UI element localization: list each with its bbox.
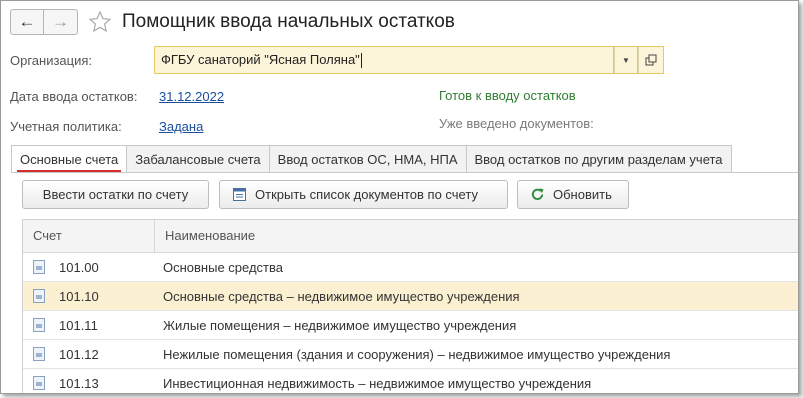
enter-balances-label: Ввести остатки по счету [42,187,189,202]
account-name: Основные средства [163,259,283,275]
account-name: Жилые помещения – недвижимое имущество у… [163,317,517,333]
table-row[interactable]: 101.11 Жилые помещения – недвижимое имуще… [23,311,798,340]
account-code: 101.12 [59,346,99,362]
date-label: Дата ввода остатков: [10,89,138,104]
account-cell: 101.13 [23,376,155,391]
refresh-label: Обновить [553,187,612,202]
table-row[interactable]: 101.13 Инвестиционная недвижимость – недв… [23,369,798,393]
table-row[interactable]: 101.12 Нежилые помещения (здания и сооруж… [23,340,798,369]
account-code: 101.00 [59,259,99,275]
account-doc-icon [33,260,45,274]
account-name: Инвестиционная недвижимость – недвижимое… [163,375,592,391]
column-header-account[interactable]: Счет [23,220,155,252]
text-cursor [360,53,362,69]
document-list-icon [232,187,247,202]
status-ready: Готов к вводу остатков [439,88,576,103]
arrow-right-icon: → [52,12,69,31]
back-button[interactable]: ← [10,9,44,35]
account-code: 101.13 [59,375,99,391]
policy-label: Учетная политика: [10,119,122,134]
date-link[interactable]: 31.12.2022 [159,89,224,104]
refresh-icon [530,187,545,202]
open-docs-label: Открыть список документов по счету [255,187,478,202]
docs-entered-label: Уже введено документов: [439,116,594,131]
tab-other-sections[interactable]: Ввод остатков по другим разделам учета [465,145,732,173]
arrow-left-icon: ← [18,12,36,31]
table-header: Счет Наименование [23,220,798,253]
open-window-icon [645,54,657,66]
table-row[interactable]: 101.10 Основные средства – недвижимое иму… [23,282,798,311]
org-dropdown-button[interactable]: ▼ [614,46,638,74]
enter-balances-button[interactable]: Ввести остатки по счету [22,180,209,209]
tab-divider [11,172,798,173]
refresh-button[interactable]: Обновить [517,180,629,209]
table-row[interactable]: 101.00 Основные средства [23,253,798,282]
account-doc-icon [33,347,45,361]
star-icon[interactable] [88,10,112,34]
window-title: Помощник ввода начальных остатков [122,11,455,32]
org-label: Организация: [10,53,93,68]
org-open-button[interactable] [638,46,664,74]
accounts-table: Счет Наименование 101.00 Основные средств… [22,219,798,393]
account-code: 101.11 [59,317,98,333]
org-input-value: ФГБУ санаторий "Ясная Поляна" [161,52,360,67]
account-name: Нежилые помещения (здания и сооружения) … [163,346,671,362]
org-input[interactable]: ФГБУ санаторий "Ясная Поляна" [154,46,614,74]
assistant-window: ← → Помощник ввода начальных остатков Ор… [0,0,799,394]
account-doc-icon [33,289,45,303]
account-cell: 101.10 [23,289,155,304]
tab-main-accounts[interactable]: Основные счета [11,145,128,173]
policy-link[interactable]: Задана [159,119,203,134]
tab-strip: Основные счета Забалансовые счета Ввод о… [11,145,732,173]
account-cell: 101.00 [23,260,155,275]
account-doc-icon [33,318,45,332]
account-doc-icon [33,376,45,390]
tab-fixed-assets[interactable]: Ввод остатков ОС, НМА, НПА [268,145,467,173]
title-bar: ← → Помощник ввода начальных остатков [10,7,455,37]
account-cell: 101.11 [23,318,155,333]
account-name: Основные средства – недвижимое имущество… [163,288,520,304]
open-docs-button[interactable]: Открыть список документов по счету [219,180,508,209]
column-header-name[interactable]: Наименование [155,220,255,252]
account-cell: 101.12 [23,347,155,362]
forward-button[interactable]: → [44,9,78,35]
tab-offbalance-accounts[interactable]: Забалансовые счета [126,145,270,173]
chevron-down-icon: ▼ [622,55,630,65]
account-code: 101.10 [59,288,99,304]
